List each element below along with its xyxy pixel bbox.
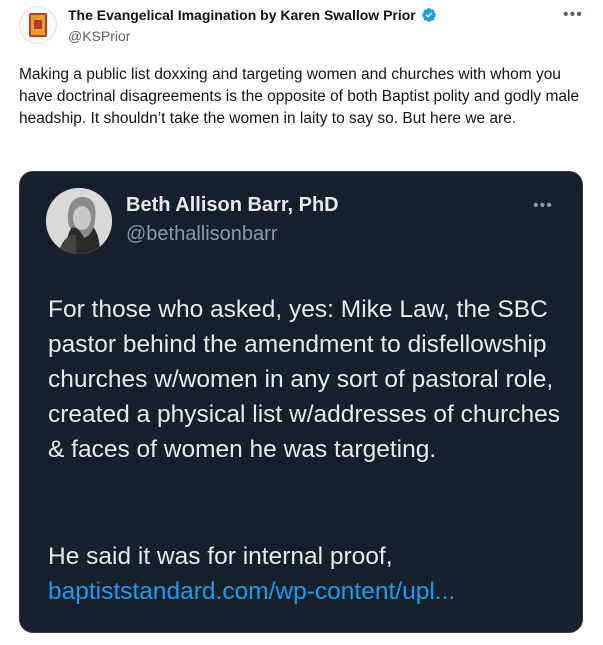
quoted-tweet[interactable]: Beth Allison Barr, PhD @bethallisonbarr … bbox=[19, 171, 583, 633]
author-handle[interactable]: @KSPrior bbox=[68, 28, 437, 44]
author-avatar[interactable] bbox=[19, 6, 57, 44]
author-display-name[interactable]: The Evangelical Imagination by Karen Swa… bbox=[68, 7, 416, 23]
name-row: The Evangelical Imagination by Karen Swa… bbox=[68, 6, 437, 24]
tweet-text: Making a public list doxxing and targeti… bbox=[19, 66, 580, 127]
tweet-header: The Evangelical Imagination by Karen Swa… bbox=[68, 6, 437, 44]
quoted-text-paragraph-2: He said it was for internal proof, bapti… bbox=[48, 539, 568, 609]
more-options-icon[interactable]: ••• bbox=[563, 6, 583, 24]
quoted-handle[interactable]: @bethallisonbarr bbox=[126, 223, 339, 246]
tweet[interactable]: The Evangelical Imagination by Karen Swa… bbox=[0, 0, 603, 645]
quoted-link[interactable]: baptiststandard.com/wp-content/upl... bbox=[48, 574, 568, 609]
quoted-avatar[interactable] bbox=[46, 188, 112, 254]
quoted-text-line: He said it was for internal proof, bbox=[48, 543, 393, 570]
book-cover-icon bbox=[29, 13, 47, 37]
quoted-display-name[interactable]: Beth Allison Barr, PhD bbox=[126, 194, 339, 217]
quoted-more-icon[interactable]: ••• bbox=[533, 197, 553, 215]
verified-badge-icon bbox=[421, 8, 436, 22]
portrait-photo-icon bbox=[46, 188, 112, 254]
quoted-header: Beth Allison Barr, PhD @bethallisonbarr bbox=[126, 194, 339, 246]
quoted-text-paragraph-1: For those who asked, yes: Mike Law, the … bbox=[48, 296, 561, 463]
